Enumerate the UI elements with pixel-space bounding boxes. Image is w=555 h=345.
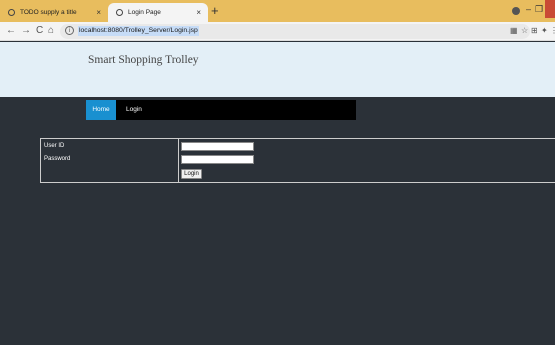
- restore-button[interactable]: ❐: [535, 4, 543, 15]
- tab-close-icon[interactable]: ×: [96, 8, 101, 17]
- login-button[interactable]: Login: [181, 169, 202, 179]
- tab-title: TODO supply a title: [20, 9, 77, 16]
- back-button[interactable]: ←: [6, 25, 16, 37]
- minimize-button[interactable]: –: [526, 4, 531, 14]
- menu-icon[interactable]: ⋮: [550, 26, 555, 36]
- profile-icon[interactable]: [512, 7, 520, 15]
- info-icon[interactable]: i: [65, 26, 74, 35]
- reload-button[interactable]: C: [36, 25, 43, 37]
- column-divider: [178, 139, 179, 182]
- browser-toolbar: ← → C ⌂ i localhost:8080/Trolley_Server/…: [0, 22, 555, 41]
- tab-todo[interactable]: TODO supply a title ×: [0, 3, 108, 22]
- site-header: Smart Shopping Trolley: [0, 42, 555, 97]
- user-id-label: User ID: [44, 143, 65, 149]
- address-bar[interactable]: i localhost:8080/Trolley_Server/Login.js…: [60, 24, 530, 39]
- tab-close-icon[interactable]: ×: [196, 8, 201, 17]
- forward-button[interactable]: →: [21, 25, 31, 37]
- login-form: User ID Password Login: [40, 138, 555, 183]
- puzzle-icon[interactable]: ✦: [541, 26, 548, 36]
- tab-title: Login Page: [128, 9, 161, 16]
- tab-strip: TODO supply a title × Login Page × + – ❐: [0, 0, 555, 22]
- user-id-input[interactable]: [181, 142, 254, 151]
- password-input[interactable]: [181, 155, 254, 164]
- window-close-button[interactable]: [545, 0, 555, 18]
- extension-icon[interactable]: ⊞: [531, 26, 538, 36]
- bookmark-star-icon[interactable]: ☆: [521, 26, 528, 36]
- home-button[interactable]: ⌂: [48, 25, 54, 37]
- new-tab-button[interactable]: +: [211, 4, 219, 17]
- address-url[interactable]: localhost:8080/Trolley_Server/Login.jsp: [78, 26, 199, 36]
- nav-bar: Home Login: [86, 100, 356, 120]
- reading-mode-icon[interactable]: ▦: [510, 26, 518, 36]
- nav-login-link[interactable]: Login: [126, 100, 142, 120]
- nav-home-link[interactable]: Home: [86, 100, 116, 120]
- password-label: Password: [44, 156, 71, 162]
- globe-icon: [116, 9, 123, 16]
- main-content: Home Login User ID Password Login: [0, 97, 555, 345]
- globe-icon: [8, 9, 15, 16]
- tab-login-page[interactable]: Login Page ×: [108, 3, 208, 22]
- site-title: Smart Shopping Trolley: [88, 54, 199, 66]
